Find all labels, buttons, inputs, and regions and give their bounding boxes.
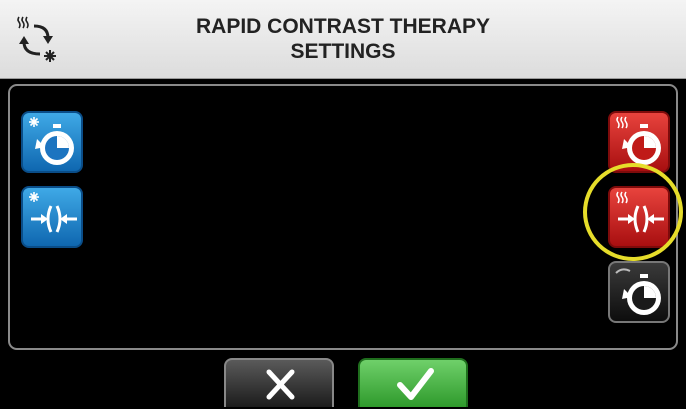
confirm-button[interactable] [358, 358, 468, 407]
cancel-button[interactable] [224, 358, 334, 407]
cold-timer-button[interactable] [21, 111, 83, 173]
header-bar: RAPID CONTRAST THERAPY SETTINGS [0, 0, 686, 79]
close-icon [266, 369, 295, 400]
cycle-timer-button[interactable] [608, 261, 670, 323]
title-line-1: RAPID CONTRAST THERAPY [195, 15, 490, 38]
cold-compression-button[interactable] [21, 186, 83, 248]
page-title: RAPID CONTRAST THERAPY SETTINGS [120, 14, 566, 64]
checkmark-icon [397, 368, 434, 400]
settings-panel [8, 84, 678, 350]
title-line-2: SETTINGS [290, 40, 396, 63]
snowflake-timer-icon [29, 117, 74, 165]
snowflake-compression-icon [29, 192, 77, 233]
selection-highlight-ring [583, 163, 683, 261]
hot-cold-cycle-icon [14, 14, 60, 66]
cycle-timer-icon [615, 268, 661, 315]
